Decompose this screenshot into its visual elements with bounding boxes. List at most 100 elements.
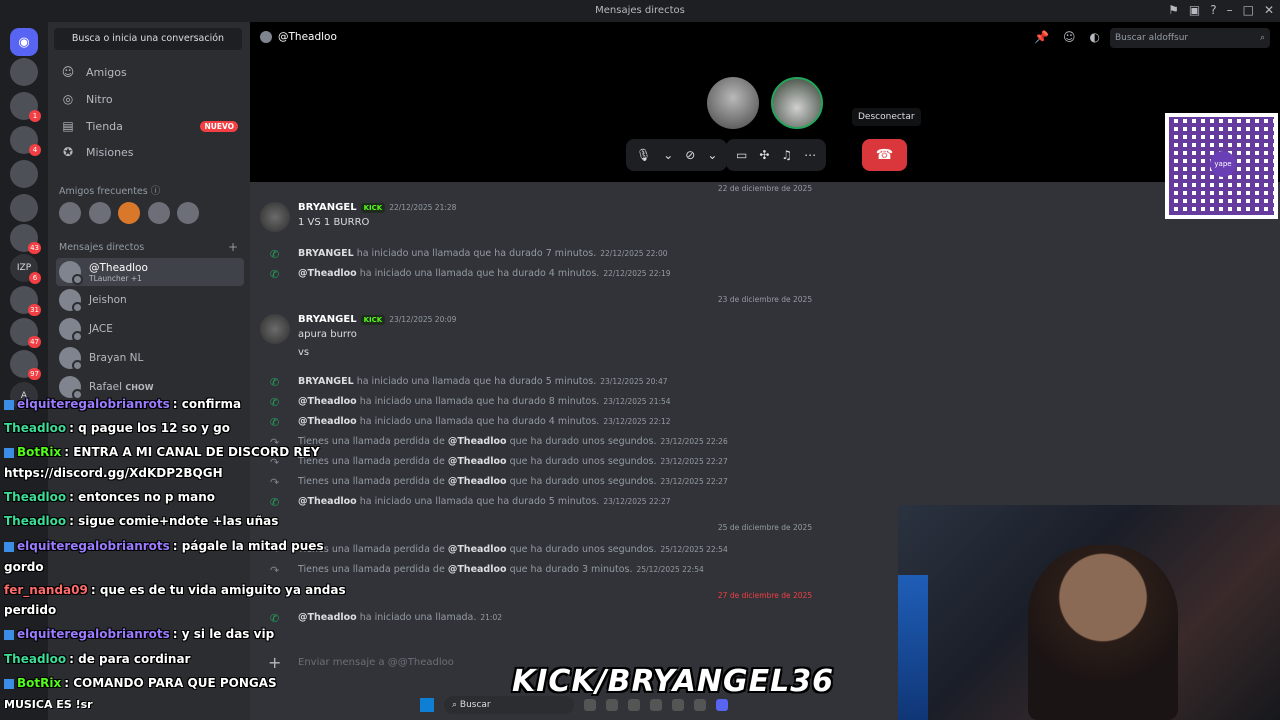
discord-home-icon[interactable]: ◉ [10,28,38,56]
message-text: vs [298,347,310,358]
avatar [59,347,83,371]
frequent-friend-avatar[interactable] [89,202,111,224]
search-input[interactable]: Buscar aldoffsur ⌕ [1110,28,1270,48]
taskbar: ⌕ Buscar [420,694,860,716]
chat-line: https://discord.gg/XdKDP2BQGH [4,466,223,480]
camera-off-icon[interactable]: ⊘ [685,148,695,162]
help-icon[interactable]: ? [1210,3,1216,17]
dm-item[interactable]: Jeishon [56,286,244,314]
chat-line: Theadloo: q pague los 12 so y go [4,421,230,435]
inbox-icon[interactable]: ⚑ [1168,3,1179,17]
server-icon[interactable] [10,160,38,188]
call-event: @Theadloo ha iniciado una llamada que ha… [298,396,671,407]
info-icon[interactable]: ⓘ [151,186,161,197]
nav-quests[interactable]: ✪ Misiones [56,140,244,164]
avatar[interactable] [260,202,290,232]
title-bar: Mensajes directos ⚑ ▣ ? – □ ✕ [0,0,1280,22]
screen-share-icon[interactable]: ▭ [736,148,747,162]
missed-call-event: Tienes una llamada perdida de @Theadloo … [298,456,728,467]
server-icon[interactable]: 97 [10,350,41,380]
file-explorer-icon[interactable] [584,699,596,711]
server-icon[interactable]: 4 [10,126,41,156]
edge-icon[interactable] [694,699,706,711]
date-separator: 22 de diciembre de 2025 [717,184,813,193]
app-icon[interactable] [650,699,662,711]
message-text: 1 VS 1 BURRO [298,217,370,228]
friends-icon: ☺ [61,65,75,79]
nav-friends[interactable]: ☺ Amigos [56,60,244,84]
avatar[interactable] [260,314,290,344]
more-icon[interactable]: ⋯ [804,148,816,162]
date-separator: 23 de diciembre de 2025 [717,295,813,304]
nav-shop[interactable]: ▤ Tienda NUEVO [56,114,244,138]
chat-line: Theadloo: sigue comie+ndote +las uñas [4,514,279,528]
chat-line: Theadloo: entonces no p mano [4,490,216,504]
call-event: @Theadloo ha iniciado una llamada que ha… [298,496,671,507]
call-event: BRYANGEL ha iniciado una llamada que ha … [298,376,668,387]
discord-icon[interactable] [716,699,728,711]
frequent-friend-avatar[interactable] [148,202,170,224]
call-area: @Theadloo 📌 ☺ ◐ Buscar aldoffsur ⌕ Descon… [250,22,1280,182]
server-icon[interactable]: 31 [10,286,41,316]
close-icon[interactable]: ✕ [1264,3,1274,17]
dm-item[interactable]: JACE [56,315,244,343]
nitro-icon: ◎ [62,92,74,106]
call-avatar[interactable] [707,77,759,129]
pin-icon[interactable]: 📌 [1034,30,1049,44]
server-icon[interactable]: 47 [10,318,41,348]
server-icon[interactable]: 1 [10,92,41,122]
new-badge: NUEVO [200,120,238,132]
chat-line: elquiteregalobrianrots: confirma [4,397,241,411]
server-icon[interactable]: 43 [10,224,41,254]
phone-icon: ✆ [270,248,280,261]
find-conversation-button[interactable]: Busca o inicia una conversación [54,28,242,50]
browser-icon[interactable] [606,699,618,711]
app-icon[interactable] [628,699,640,711]
profile-icon[interactable]: ◐ [1090,30,1100,44]
chevron-down-icon[interactable]: ⌄ [707,148,717,162]
frequent-friend-avatar[interactable] [177,202,199,224]
activities-icon[interactable]: ✣ [759,148,769,162]
microphone-icon[interactable]: 🎙 [636,148,651,162]
avatar [59,318,83,342]
call-actions: ▭ ✣ ♫ ⋯ [726,139,827,171]
tiktok-icon[interactable] [672,699,684,711]
chevron-down-icon[interactable]: ⌄ [663,148,673,162]
windows-start-icon[interactable] [420,698,434,712]
chat-line: elquiteregalobrianrots: y si le das vip [4,627,274,641]
call-event: @Theadloo ha iniciado una llamada que ha… [298,416,671,427]
qr-code: yape [1165,113,1278,219]
server-izp[interactable]: IZP 6 [10,254,41,284]
message-header: BRYANGEL KICK 22/12/2025 21:28 [298,202,457,213]
shop-icon: ▤ [62,119,74,133]
disconnect-tooltip: Desconectar [852,108,921,126]
soundboard-icon[interactable]: ♫ [781,148,792,162]
avatar [59,289,83,313]
webcam-overlay [898,505,1280,720]
server-icon[interactable] [10,58,38,86]
taskbar-search[interactable]: ⌕ Buscar [444,696,574,714]
channel-header: @Theadloo [260,31,337,43]
call-event: BRYANGEL ha iniciado una llamada que ha … [298,248,668,259]
call-event: @Theadloo ha iniciado una llamada. 21:02 [298,612,503,623]
chat-line: BotRix: COMANDO PARA QUE PONGAS [4,676,277,690]
message-header: BRYANGEL KICK 23/12/2025 20:09 [298,314,457,325]
server-icon[interactable] [10,194,38,222]
frequent-friend-avatar[interactable] [59,202,81,224]
avatar [59,261,83,285]
frequent-friends-header: Amigos frecuentes ⓘ [59,186,161,197]
monitor-icon[interactable]: ▣ [1189,3,1200,17]
quests-icon: ✪ [62,145,74,159]
avatar [260,31,272,43]
frequent-friend-avatar[interactable] [118,202,140,224]
disconnect-button[interactable]: ☎ [862,139,907,171]
maximize-icon[interactable]: □ [1243,3,1254,17]
dm-item[interactable]: Brayan NL [56,344,244,372]
minimize-icon[interactable]: – [1227,3,1233,17]
nav-nitro[interactable]: ◎ Nitro [56,87,244,111]
dm-item[interactable]: @Theadloo TLauncher +1 [56,258,244,286]
create-dm-icon[interactable]: + [228,240,238,254]
missed-call-event: Tienes una llamada perdida de @Theadloo … [298,564,704,575]
call-avatar[interactable] [771,77,823,129]
add-friend-icon[interactable]: ☺ [1063,30,1076,44]
